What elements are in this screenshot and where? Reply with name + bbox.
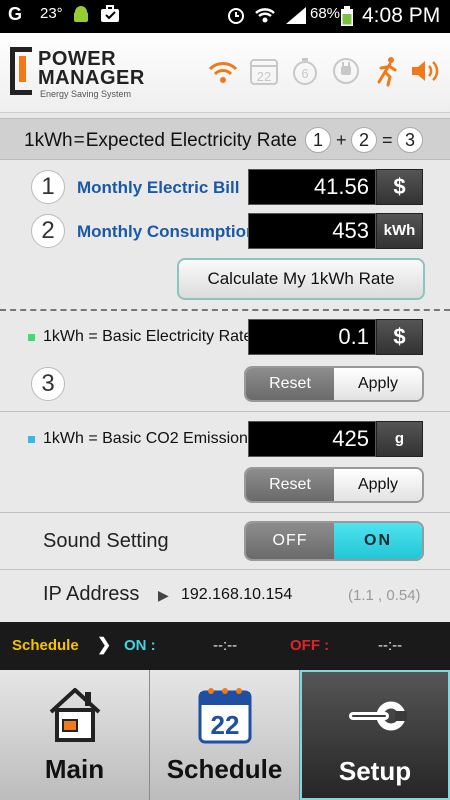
co2-reset-button[interactable]: Reset [246,469,334,501]
android-icon [72,5,90,29]
nav-tab-setup[interactable]: Setup [300,670,450,800]
monthly-bill-label: Monthly Electric Bill [77,178,240,197]
schedule-label: Schedule [12,637,79,654]
temperature: 23° [40,5,63,22]
house-icon [49,688,101,742]
formula-lhs: 1kWh [24,130,73,151]
schedule-off-label: OFF : [290,637,330,654]
monthly-consumption-label: Monthly Consumption [77,222,257,241]
bottom-nav: Main 22 Schedule Setup [0,670,450,800]
logo-mark [10,47,32,95]
play-arrow-icon: ▶ [158,587,169,603]
co2-reset-apply: Reset Apply [244,467,424,503]
monthly-consumption-input[interactable]: 453 [248,213,376,249]
schedule-date: 22 [211,710,240,740]
basic-rate-reset-button[interactable]: Reset [246,368,334,400]
monthly-bill-unit: $ [376,169,423,205]
schedule-on-label: ON : [124,637,156,654]
co2-unit: g [376,421,423,457]
ip-address-label: IP Address [43,583,140,605]
co2-label: 1kWh = Basic CO2 Emission [43,430,248,447]
nav-tab-schedule[interactable]: 22 Schedule [150,670,300,800]
blue-dot-icon [28,436,35,443]
monthly-consumption-unit: kWh [376,213,423,249]
formula-circle-1: 1 [305,127,331,153]
timer-icon: 6 [289,55,321,87]
nav-label-main: Main [44,754,105,784]
basic-rate-reset-apply: Reset Apply [244,366,424,402]
logo-subtitle: Energy Saving System [40,89,132,99]
ip-address-value: 192.168.10.154 [181,586,293,603]
schedule-off-value: --:-- [378,637,403,654]
formula-circle-2: 2 [351,127,377,153]
basic-rate-apply-button[interactable]: Apply [334,368,422,400]
dashed-divider [0,309,450,311]
version-text: (1.1 , 0.54) [348,587,421,604]
formula-equals: = [73,130,85,151]
formula-title: Expected Electricity Rate [85,130,297,151]
basic-rate-label: 1kWh = Basic Electricity Rate [43,328,253,345]
sound-setting-label: Sound Setting [43,530,169,552]
running-man-icon [371,55,403,87]
sound-on-button[interactable]: ON [334,523,422,559]
nav-label-schedule: Schedule [166,754,283,784]
logo-line2: MANAGER [38,67,145,89]
plug-icon [330,55,362,87]
calendar-icon: 22 [198,688,252,744]
status-bar: G 23° 68% 4:08 PM [0,0,450,33]
formula-bar: 1kWh=Expected Electricity Rate 1 + 2 = 3 [0,118,450,160]
battery-icon [341,6,353,30]
formula-equals-2: = [382,130,393,150]
co2-input[interactable]: 425 [248,421,376,457]
formula-plus: + [336,130,347,150]
alarm-icon [226,5,246,29]
clock: 4:08 PM [362,4,441,27]
divider [0,411,450,412]
basic-rate-input[interactable]: 0.1 [248,319,376,355]
monthly-bill-input[interactable]: 41.56 [248,169,376,205]
formula-text: 1kWh=Expected Electricity Rate [24,130,297,152]
divider [0,512,450,513]
divider [0,569,450,570]
green-dot-icon [28,334,35,341]
speaker-icon [410,55,442,87]
nav-label-setup: Setup [338,756,412,786]
signal-icon [284,5,308,29]
wifi-icon [207,55,239,87]
formula-circle-3: 3 [397,127,423,153]
sound-toggle[interactable]: OFF ON [244,521,424,561]
calculate-rate-button[interactable]: Calculate My 1kWh Rate [177,258,425,300]
basic-rate-unit: $ [376,319,423,355]
step-3-circle: 3 [31,367,65,401]
calendar-date: 22 [257,69,271,84]
sound-off-button[interactable]: OFF [246,523,334,559]
chevron-right-icon: ❯ [97,635,112,654]
wifi-status-icon [254,5,276,29]
battery-percent: 68% [310,5,341,22]
step-1-circle: 1 [31,170,65,204]
wrench-icon [349,701,407,731]
g-icon: G [8,4,23,24]
timer-number: 6 [301,66,308,81]
app-header: POWER MANAGER Energy Saving System 22 6 [0,33,450,113]
nav-tab-main[interactable]: Main [0,670,150,800]
calendar-icon: 22 [248,55,280,87]
schedule-on-value: --:-- [213,637,238,654]
co2-apply-button[interactable]: Apply [334,469,422,501]
briefcase-icon [100,5,120,27]
step-2-circle: 2 [31,214,65,248]
schedule-bar: Schedule ❯ ON : --:-- OFF : --:-- [0,622,450,670]
